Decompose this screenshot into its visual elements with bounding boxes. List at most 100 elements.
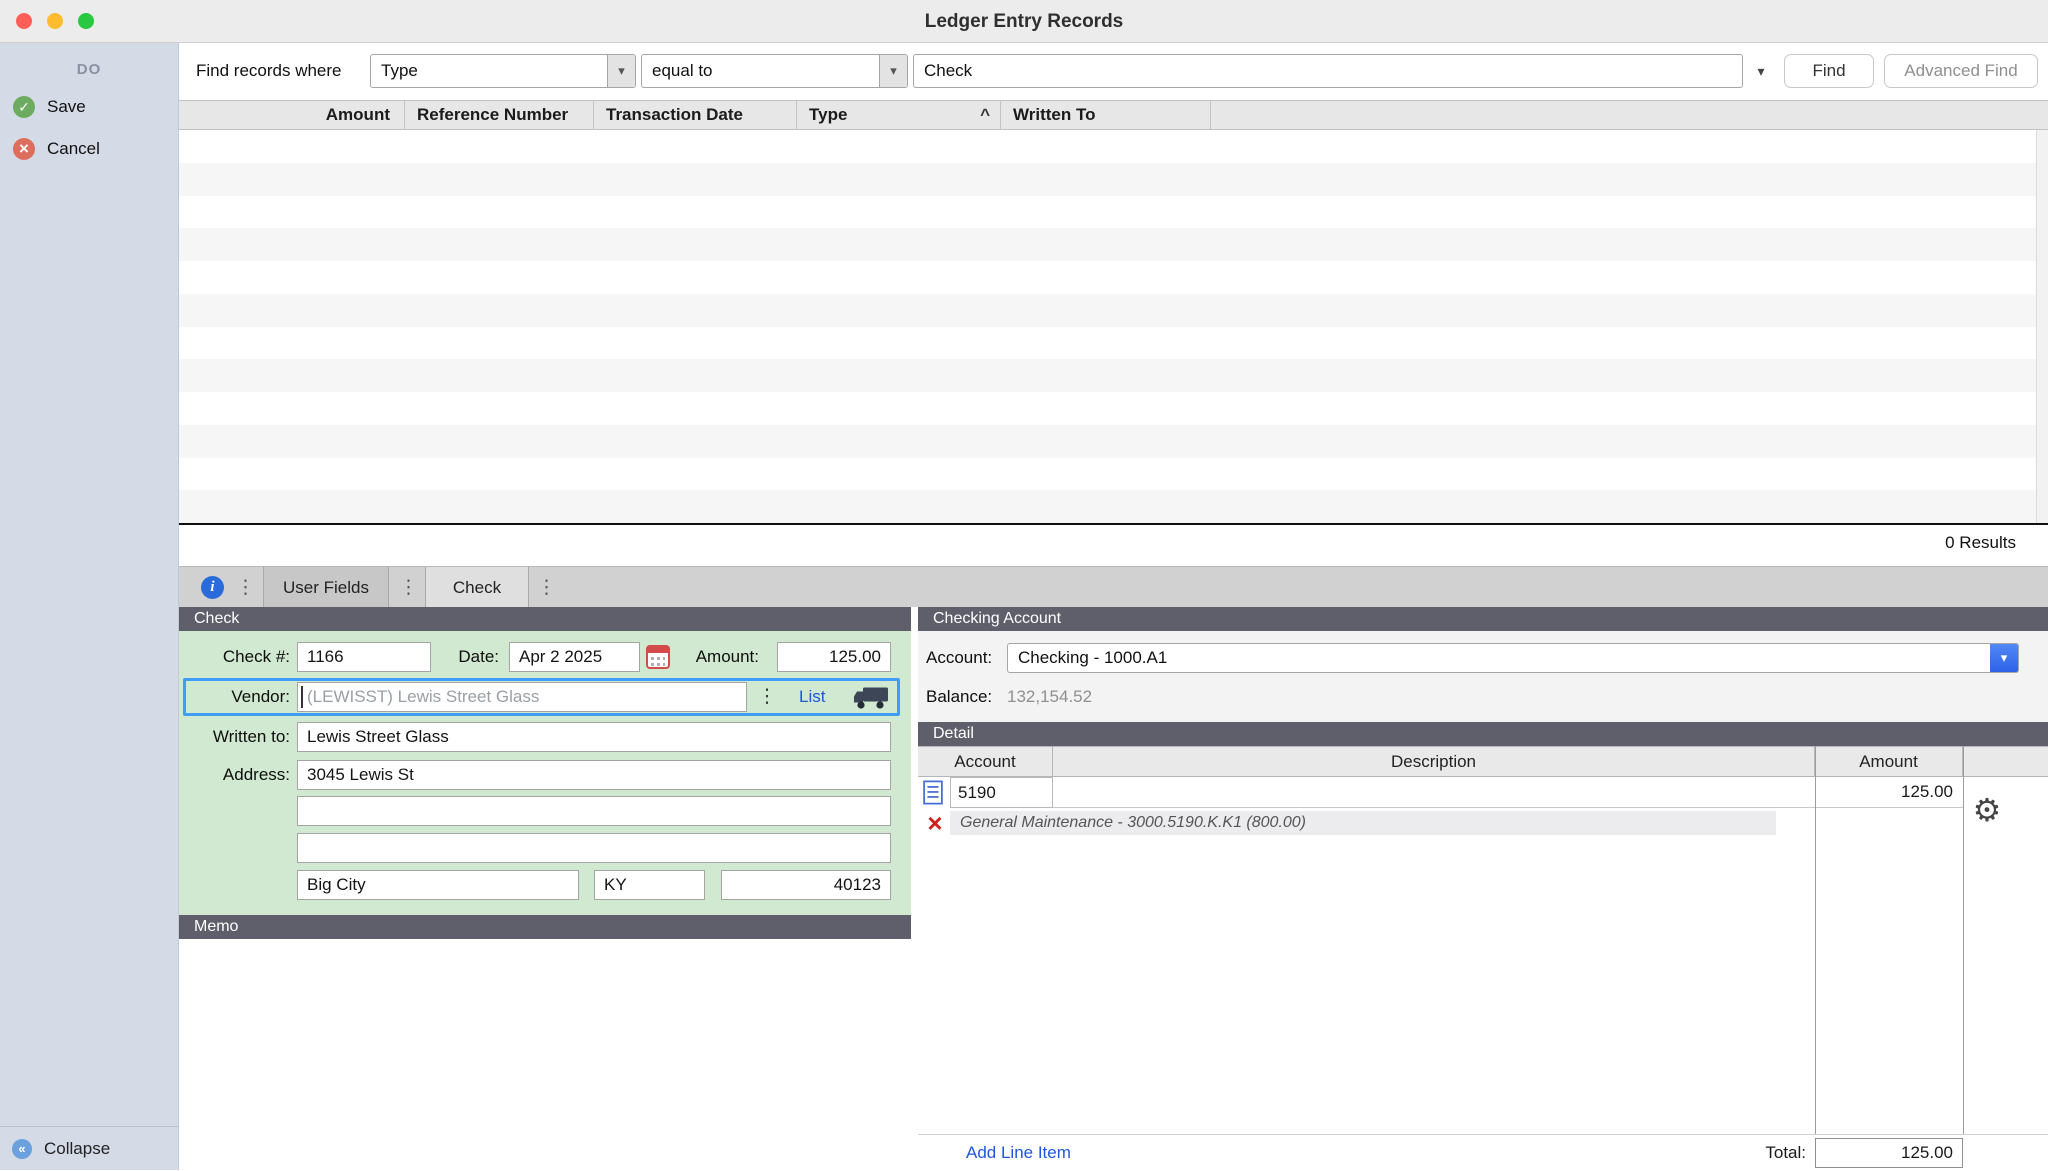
- detail-column-account: Account: [918, 747, 1053, 776]
- table-row: [179, 359, 2048, 392]
- collapse-icon: «: [12, 1139, 32, 1159]
- column-header-transaction-date[interactable]: Transaction Date: [594, 101, 797, 129]
- vendor-truck-icon[interactable]: [853, 685, 889, 710]
- account-dropdown[interactable]: Checking - 1000.A1 ▾: [1007, 643, 2019, 673]
- written-to-input[interactable]: [297, 722, 891, 752]
- amount-label: Amount:: [695, 647, 759, 666]
- account-note: General Maintenance - 3000.5190.K.K1 (80…: [950, 811, 1776, 835]
- vendor-options-icon[interactable]: ⋮: [757, 682, 777, 712]
- column-header-reference-number[interactable]: Reference Number: [405, 101, 594, 129]
- detail-line-item-row: 5190 125.00: [918, 777, 2048, 808]
- detail-note-row: × General Maintenance - 3000.5190.K.K1 (…: [918, 808, 2048, 838]
- table-row: [179, 261, 2048, 294]
- check-number-label: Check #:: [222, 647, 290, 666]
- text-cursor: [301, 686, 303, 708]
- drag-handle-icon[interactable]: ⋮: [236, 567, 255, 608]
- search-operator-value: equal to: [652, 61, 713, 80]
- amount-input[interactable]: [777, 642, 891, 672]
- detail-section-header: Detail: [918, 722, 2048, 746]
- calendar-icon[interactable]: [646, 645, 670, 669]
- search-operator-dropdown[interactable]: equal to ▾: [641, 54, 908, 88]
- collapse-button[interactable]: « Collapse: [0, 1126, 179, 1170]
- info-icon[interactable]: i: [201, 576, 224, 599]
- state-input[interactable]: [594, 870, 705, 900]
- results-table-header: Amount Reference Number Transaction Date…: [179, 100, 2048, 130]
- detail-footer: Add Line Item Total: 125.00: [918, 1134, 2048, 1170]
- chevron-down-icon: ▾: [607, 55, 635, 87]
- address-line3-input[interactable]: [297, 833, 891, 863]
- search-field-dropdown[interactable]: Type ▾: [370, 54, 636, 88]
- sidebar: DO ✓ Save × Cancel « Collapse: [0, 43, 179, 1170]
- add-line-item-link[interactable]: Add Line Item: [966, 1135, 1071, 1170]
- line-item-amount-cell[interactable]: 125.00: [1815, 777, 1963, 808]
- advanced-find-button[interactable]: Advanced Find: [1884, 54, 2038, 88]
- save-button[interactable]: ✓ Save: [0, 92, 179, 122]
- table-row: [179, 458, 2048, 491]
- check-section-header: Check: [179, 607, 911, 631]
- table-row: [179, 162, 2048, 196]
- check-number-input[interactable]: [297, 642, 431, 672]
- column-header-type[interactable]: Type ^: [797, 101, 1001, 129]
- find-records-label: Find records where: [196, 61, 342, 80]
- search-disclosure-arrow-icon[interactable]: ▾: [1746, 54, 1776, 88]
- line-item-description-cell[interactable]: [1053, 777, 1815, 808]
- search-value-input[interactable]: [913, 54, 1743, 88]
- results-divider: [179, 523, 2048, 525]
- cancel-button[interactable]: × Cancel: [0, 134, 179, 164]
- sidebar-header: DO: [76, 61, 102, 78]
- address-label: Address:: [222, 765, 290, 784]
- delete-line-item-icon[interactable]: ×: [922, 808, 948, 838]
- gear-icon[interactable]: ⚙: [1965, 792, 2009, 828]
- account-value: Checking - 1000.A1: [1018, 648, 1168, 667]
- search-field-value: Type: [381, 61, 418, 80]
- memo-text-area[interactable]: [179, 939, 911, 1170]
- tab-bar: i ⋮ User Fields ⋮ Check ⋮: [179, 566, 2048, 608]
- line-item-account-cell[interactable]: 5190: [950, 777, 1053, 808]
- table-row: [179, 392, 2048, 425]
- save-check-icon: ✓: [13, 96, 35, 118]
- results-scrollbar[interactable]: [2036, 130, 2048, 523]
- cancel-label: Cancel: [47, 139, 100, 158]
- checking-account-panel: Checking Account Account: Checking - 100…: [918, 607, 2048, 1170]
- table-row: [179, 228, 2048, 261]
- line-item-document-icon[interactable]: [923, 780, 945, 805]
- account-label: Account:: [926, 648, 993, 667]
- balance-value: 132,154.52: [1007, 687, 1093, 706]
- date-input[interactable]: [509, 642, 640, 672]
- detail-column-amount: Amount: [1815, 747, 1963, 776]
- total-label: Total:: [1765, 1143, 1806, 1162]
- written-to-label: Written to:: [212, 727, 290, 746]
- checking-account-header: Checking Account: [918, 607, 2048, 631]
- results-count: 0 Results: [1945, 533, 2016, 552]
- detail-table-header: Account Description Amount: [918, 746, 2048, 777]
- tab-check[interactable]: Check: [425, 567, 529, 608]
- total-value: 125.00: [1815, 1138, 1963, 1168]
- memo-section-header: Memo: [179, 915, 911, 939]
- column-header-amount[interactable]: Amount: [179, 101, 405, 129]
- titlebar: Ledger Entry Records: [0, 0, 2048, 43]
- city-input[interactable]: [297, 870, 579, 900]
- column-header-written-to[interactable]: Written To: [1001, 101, 1211, 129]
- table-row: [179, 327, 2048, 360]
- chevron-down-icon: ▾: [879, 55, 907, 87]
- find-button[interactable]: Find: [1784, 54, 1874, 88]
- vendor-input[interactable]: [297, 682, 747, 712]
- drag-handle-icon[interactable]: ⋮: [537, 567, 556, 608]
- zip-input[interactable]: [721, 870, 891, 900]
- sort-ascending-icon: ^: [980, 105, 990, 124]
- balance-label: Balance:: [926, 687, 993, 706]
- date-label: Date:: [458, 647, 499, 666]
- save-label: Save: [47, 97, 86, 116]
- results-table-body: [179, 130, 2048, 523]
- table-row: [179, 196, 2048, 229]
- detail-column-description: Description: [1053, 747, 1815, 776]
- drag-handle-icon[interactable]: ⋮: [399, 567, 418, 608]
- address-line1-input[interactable]: [297, 760, 891, 790]
- check-panel: Check Check #: Date: Amount: Vendor: ⋮ L…: [179, 607, 911, 1170]
- vendor-list-link[interactable]: List: [799, 682, 825, 712]
- table-row: [179, 490, 2048, 523]
- table-row: [179, 424, 2048, 458]
- table-row: [179, 130, 2048, 163]
- address-line2-input[interactable]: [297, 796, 891, 826]
- tab-user-fields[interactable]: User Fields: [263, 567, 389, 608]
